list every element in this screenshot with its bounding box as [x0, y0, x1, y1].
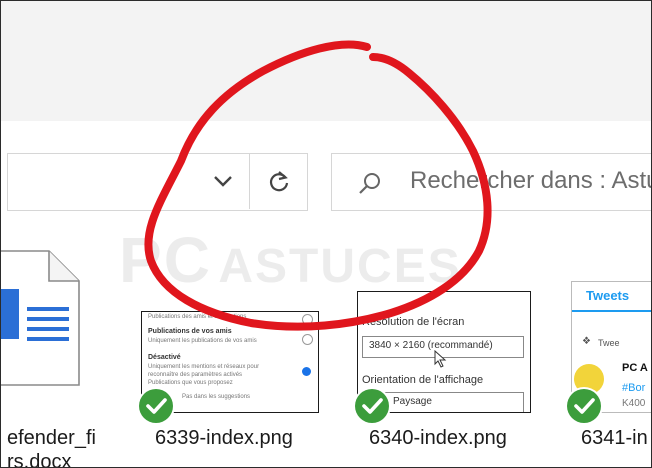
explorer-window: Rechercher dans : Astuc PC ASTUCES efend… [0, 0, 652, 468]
red-annotation-circle [144, 40, 492, 331]
